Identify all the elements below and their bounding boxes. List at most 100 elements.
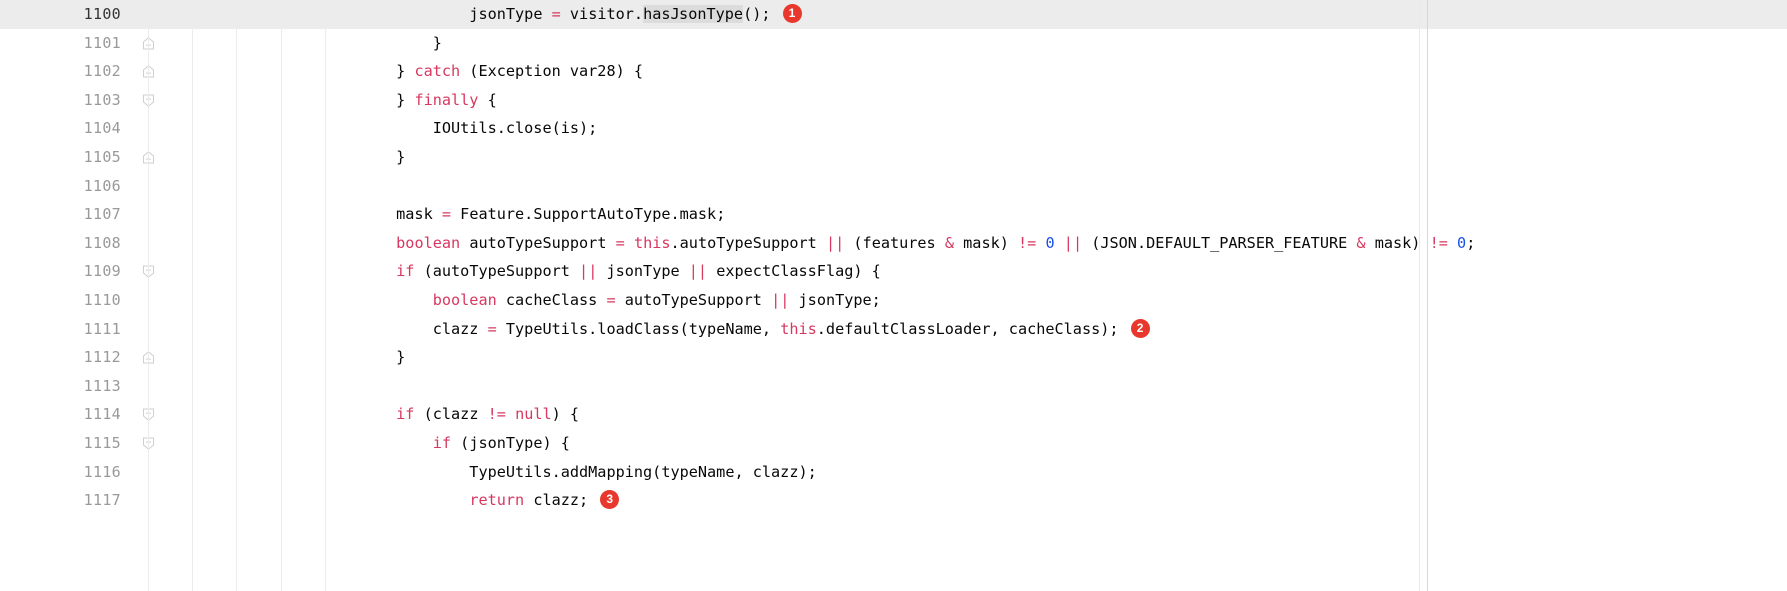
fold-column[interactable] xyxy=(131,372,167,401)
code-token: autoTypeSupport xyxy=(460,233,616,252)
code-text[interactable]: TypeUtils.addMapping(typeName, clazz); xyxy=(323,458,816,487)
line-number[interactable]: 1106 xyxy=(0,172,131,201)
code-token: (jsonType) { xyxy=(451,433,570,452)
code-token: || xyxy=(579,262,598,281)
code-line-row[interactable]: 1112 } xyxy=(0,343,1787,372)
fold-column[interactable] xyxy=(131,172,167,201)
code-line-row[interactable]: 1110 boolean cacheClass = autoTypeSuppor… xyxy=(0,285,1787,315)
code-line-row[interactable]: 1104 IOUtils.close(is); xyxy=(0,114,1787,143)
code-text[interactable]: jsonType = visitor.hasJsonType(); 1 xyxy=(323,0,802,29)
line-number[interactable]: 1115 xyxy=(0,429,131,458)
code-line-row[interactable]: 1107 mask = Feature.SupportAutoType.mask… xyxy=(0,200,1787,229)
fold-column[interactable] xyxy=(131,200,167,229)
code-line-row[interactable]: 1108 boolean autoTypeSupport = this.auto… xyxy=(0,228,1787,258)
fold-column[interactable] xyxy=(131,85,167,115)
code-text[interactable]: } finally { xyxy=(323,86,497,115)
annotation-badge-2[interactable]: 2 xyxy=(1130,318,1150,338)
code-editor[interactable]: 1100 jsonType = visitor.hasJsonType(); 1 1… xyxy=(0,0,1787,591)
line-number[interactable]: 1110 xyxy=(0,286,131,315)
code-line-row[interactable]: 1103 } finally { xyxy=(0,85,1787,115)
line-number[interactable]: 1103 xyxy=(0,86,131,115)
fold-column[interactable] xyxy=(131,428,167,458)
line-number[interactable]: 1113 xyxy=(0,372,131,401)
code-text[interactable]: clazz = TypeUtils.loadClass(typeName, th… xyxy=(323,315,1150,344)
line-number[interactable]: 1108 xyxy=(0,229,131,258)
code-line-row[interactable]: 1113 xyxy=(0,372,1787,401)
code-token: } xyxy=(323,33,442,52)
fold-region-line xyxy=(148,285,149,315)
fold-column[interactable] xyxy=(131,0,167,29)
fold-column[interactable] xyxy=(131,57,167,86)
code-line-row[interactable]: 1106 xyxy=(0,172,1787,201)
code-line-row[interactable]: 1117 return clazz; 3 xyxy=(0,486,1787,515)
line-number[interactable]: 1105 xyxy=(0,143,131,172)
fold-column[interactable] xyxy=(131,142,167,172)
code-text[interactable]: return clazz; 3 xyxy=(323,486,620,515)
code-rows: 1100 jsonType = visitor.hasJsonType(); 1 1… xyxy=(0,0,1787,515)
fold-end-icon[interactable] xyxy=(142,151,155,164)
code-text[interactable]: if (jsonType) { xyxy=(323,429,570,458)
code-text[interactable]: boolean cacheClass = autoTypeSupport || … xyxy=(323,286,881,315)
code-text[interactable]: mask = Feature.SupportAutoType.mask; xyxy=(323,200,725,229)
fold-column[interactable] xyxy=(131,457,167,487)
code-line-row[interactable]: 1114 if (clazz != null) { xyxy=(0,400,1787,429)
code-line-row[interactable]: 1105 } xyxy=(0,142,1787,172)
code-text[interactable]: } catch (Exception var28) { xyxy=(323,57,643,86)
code-token: .defaultClassLoader, cacheClass); xyxy=(816,319,1119,338)
code-text[interactable]: if (autoTypeSupport || jsonType || expec… xyxy=(323,257,881,286)
code-text[interactable]: IOUtils.close(is); xyxy=(323,114,598,143)
fold-start-icon[interactable] xyxy=(142,437,155,450)
fold-end-icon[interactable] xyxy=(142,36,155,50)
code-line-row[interactable]: 1115 if (jsonType) { xyxy=(0,428,1787,458)
fold-column[interactable] xyxy=(131,257,167,286)
line-number[interactable]: 1104 xyxy=(0,114,131,143)
code-text[interactable]: if (clazz != null) { xyxy=(323,400,579,429)
fold-start-icon[interactable] xyxy=(142,94,155,107)
code-token: jsonType xyxy=(469,5,552,23)
code-token: this xyxy=(633,233,671,252)
fold-column[interactable] xyxy=(131,28,167,58)
fold-column[interactable] xyxy=(131,228,167,258)
fold-start-icon[interactable] xyxy=(142,265,155,279)
line-number[interactable]: 1109 xyxy=(0,257,131,286)
line-number[interactable]: 1101 xyxy=(0,29,131,58)
line-number[interactable]: 1112 xyxy=(0,343,131,372)
line-number[interactable]: 1107 xyxy=(0,200,131,229)
annotation-badge-1[interactable]: 1 xyxy=(782,4,802,23)
code-line-row[interactable]: 1100 jsonType = visitor.hasJsonType(); 1 xyxy=(0,0,1787,29)
code-line-row[interactable]: 1102 } catch (Exception var28) { xyxy=(0,57,1787,86)
line-number[interactable]: 1117 xyxy=(0,486,131,515)
fold-column[interactable] xyxy=(131,486,167,515)
fold-region-line xyxy=(148,200,149,229)
line-number[interactable]: 1114 xyxy=(0,400,131,429)
code-line-row[interactable]: 1101 } xyxy=(0,28,1787,58)
fold-column[interactable] xyxy=(131,400,167,429)
code-token: if xyxy=(432,433,452,452)
code-line-row[interactable]: 1116 TypeUtils.addMapping(typeName, claz… xyxy=(0,457,1787,487)
code-text[interactable]: boolean autoTypeSupport = this.autoTypeS… xyxy=(323,229,1475,258)
fold-column[interactable] xyxy=(131,343,167,372)
line-number[interactable]: 1102 xyxy=(0,57,131,86)
line-number[interactable]: 1100 xyxy=(0,0,131,29)
code-text[interactable]: } xyxy=(323,343,405,372)
fold-column[interactable] xyxy=(131,285,167,315)
fold-column[interactable] xyxy=(131,114,167,143)
code-token: 0 xyxy=(1045,233,1055,252)
code-token: finally xyxy=(414,90,479,109)
line-number[interactable]: 1111 xyxy=(0,315,131,344)
code-text[interactable]: } xyxy=(323,29,442,58)
code-line-row[interactable]: 1109 if (autoTypeSupport || jsonType || … xyxy=(0,257,1787,286)
fold-end-icon[interactable] xyxy=(142,351,155,364)
code-token: } xyxy=(323,62,415,81)
code-token: (Exception var28) { xyxy=(460,62,644,81)
fold-start-icon[interactable] xyxy=(142,408,155,422)
fold-column[interactable] xyxy=(131,314,167,344)
code-token: return xyxy=(469,491,525,510)
code-line-row[interactable]: 1111 clazz = TypeUtils.loadClass(typeNam… xyxy=(0,314,1787,344)
code-text[interactable]: } xyxy=(323,143,405,172)
line-number[interactable]: 1116 xyxy=(0,458,131,487)
annotation-badge-3[interactable]: 3 xyxy=(600,490,620,510)
fold-end-icon[interactable] xyxy=(142,65,155,78)
